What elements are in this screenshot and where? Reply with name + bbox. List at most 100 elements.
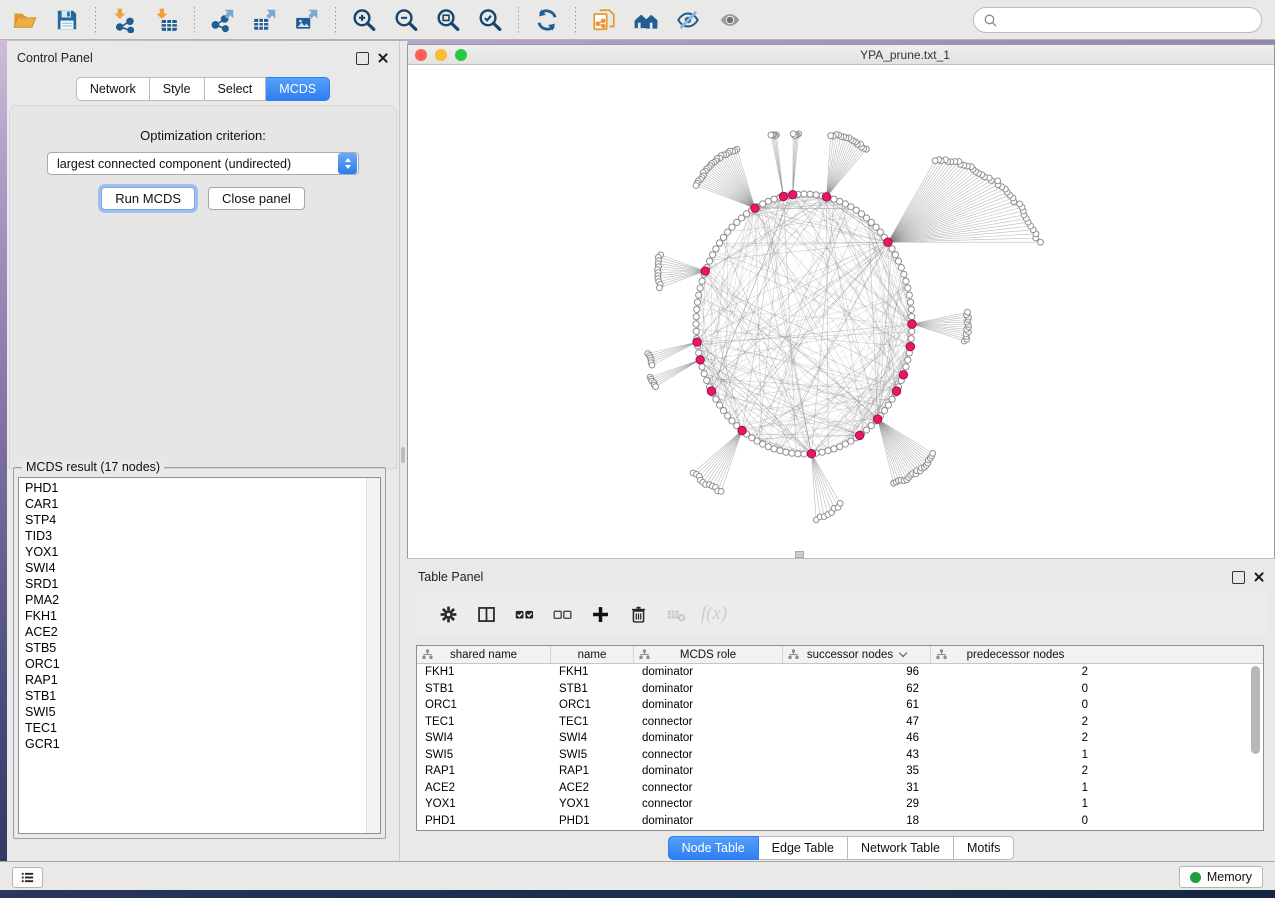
table-row[interactable]: SWI4SWI4dominator462 <box>417 730 1263 747</box>
columns-button[interactable] <box>467 597 505 631</box>
result-node-item[interactable]: SRD1 <box>25 576 366 592</box>
table-cell[interactable]: 62 <box>783 681 931 698</box>
table-cell[interactable]: ORC1 <box>551 697 634 714</box>
table-cell[interactable]: dominator <box>634 763 783 780</box>
result-node-item[interactable]: PHD1 <box>25 480 366 496</box>
tab-select[interactable]: Select <box>205 77 267 101</box>
table-cell[interactable]: connector <box>634 747 783 764</box>
column-header-name[interactable]: name <box>551 646 634 663</box>
table-cell[interactable]: RAP1 <box>551 763 634 780</box>
network-window-titlebar[interactable]: YPA_prune.txt_1 <box>408 45 1274 65</box>
table-cell[interactable]: 35 <box>783 763 931 780</box>
table-cell[interactable]: 0 <box>931 697 1100 714</box>
first-neighbors-button[interactable] <box>628 4 664 36</box>
run-mcds-button[interactable]: Run MCDS <box>101 187 195 210</box>
zoom-in-button[interactable] <box>346 4 382 36</box>
table-row[interactable]: RAP1RAP1dominator352 <box>417 763 1263 780</box>
table-cell[interactable]: FKH1 <box>417 664 551 681</box>
show-all-button[interactable] <box>712 4 748 36</box>
table-cell[interactable]: connector <box>634 780 783 797</box>
gear-button[interactable] <box>429 597 467 631</box>
table-cell[interactable]: dominator <box>634 681 783 698</box>
result-node-item[interactable]: RAP1 <box>25 672 366 688</box>
float-panel-icon[interactable] <box>356 52 369 65</box>
tab-style[interactable]: Style <box>150 77 205 101</box>
result-node-item[interactable]: ORC1 <box>25 656 366 672</box>
table-cell[interactable]: RAP1 <box>417 763 551 780</box>
tab-node-table[interactable]: Node Table <box>668 836 759 860</box>
hide-selected-button[interactable] <box>670 4 706 36</box>
table-cell[interactable]: 47 <box>783 714 931 731</box>
table-cell[interactable]: 18 <box>783 813 931 830</box>
tab-edge-table[interactable]: Edge Table <box>759 836 848 860</box>
export-table-button[interactable] <box>247 4 283 36</box>
add-button[interactable] <box>581 597 619 631</box>
table-cell[interactable]: 2 <box>931 730 1100 747</box>
result-node-item[interactable]: SWI4 <box>25 560 366 576</box>
tab-network[interactable]: Network <box>76 77 150 101</box>
table-cell[interactable]: PHD1 <box>417 813 551 830</box>
table-cell[interactable]: dominator <box>634 730 783 747</box>
table-cell[interactable]: connector <box>634 796 783 813</box>
duplicate-network-button[interactable] <box>586 4 622 36</box>
table-cell[interactable]: ORC1 <box>417 697 551 714</box>
column-header-predecessor-nodes[interactable]: predecessor nodes <box>931 646 1100 663</box>
column-header-successor-nodes[interactable]: successor nodes <box>783 646 931 663</box>
table-row[interactable]: ACE2ACE2connector311 <box>417 780 1263 797</box>
result-node-item[interactable]: GCR1 <box>25 736 366 752</box>
splitter-grip[interactable] <box>401 447 405 463</box>
table-cell[interactable]: 0 <box>931 813 1100 830</box>
table-cell[interactable]: 43 <box>783 747 931 764</box>
network-graph[interactable] <box>408 65 1274 558</box>
table-scrollbar[interactable] <box>1249 664 1262 829</box>
function-builder-button[interactable]: f(x) <box>695 597 733 631</box>
table-cell[interactable]: ACE2 <box>551 780 634 797</box>
table-cell[interactable]: 1 <box>931 747 1100 764</box>
table-cell[interactable]: YOX1 <box>417 796 551 813</box>
table-cell[interactable]: 61 <box>783 697 931 714</box>
table-cell[interactable]: SWI4 <box>417 730 551 747</box>
column-header-shared-name[interactable]: shared name <box>417 646 551 663</box>
table-cell[interactable]: dominator <box>634 697 783 714</box>
float-table-panel-icon[interactable] <box>1232 571 1245 584</box>
result-node-item[interactable]: STP4 <box>25 512 366 528</box>
table-cell[interactable]: dominator <box>634 664 783 681</box>
table-cell[interactable]: STB1 <box>551 681 634 698</box>
table-row[interactable]: ORC1ORC1dominator610 <box>417 697 1263 714</box>
save-session-button[interactable] <box>49 4 85 36</box>
result-node-item[interactable]: FKH1 <box>25 608 366 624</box>
table-cell[interactable]: 2 <box>931 763 1100 780</box>
export-image-button[interactable] <box>289 4 325 36</box>
result-node-item[interactable]: STB1 <box>25 688 366 704</box>
result-node-item[interactable]: TEC1 <box>25 720 366 736</box>
table-cell[interactable]: YOX1 <box>551 796 634 813</box>
table-row[interactable]: STB1STB1dominator620 <box>417 681 1263 698</box>
tab-mcds[interactable]: MCDS <box>266 77 330 101</box>
uncheck-pair-button[interactable] <box>543 597 581 631</box>
table-cell[interactable]: 1 <box>931 796 1100 813</box>
open-file-button[interactable] <box>7 4 43 36</box>
export-network-button[interactable] <box>205 4 241 36</box>
table-cell[interactable]: 96 <box>783 664 931 681</box>
tab-motifs[interactable]: Motifs <box>954 836 1014 860</box>
result-node-item[interactable]: YOX1 <box>25 544 366 560</box>
table-cell[interactable]: FKH1 <box>551 664 634 681</box>
result-node-item[interactable]: ACE2 <box>25 624 366 640</box>
result-scrollbar[interactable] <box>366 478 380 833</box>
task-history-button[interactable] <box>12 867 43 888</box>
result-node-item[interactable]: PMA2 <box>25 592 366 608</box>
zoom-out-button[interactable] <box>388 4 424 36</box>
table-cell[interactable]: 29 <box>783 796 931 813</box>
table-row[interactable]: FKH1FKH1dominator962 <box>417 664 1263 681</box>
result-node-item[interactable]: CAR1 <box>25 496 366 512</box>
table-cell[interactable]: PHD1 <box>551 813 634 830</box>
search-input[interactable] <box>999 9 1261 31</box>
table-cell[interactable]: dominator <box>634 813 783 830</box>
criterion-dropdown[interactable]: largest connected component (undirected) <box>47 152 359 175</box>
trash-button[interactable] <box>619 597 657 631</box>
table-cell[interactable]: TEC1 <box>551 714 634 731</box>
table-cell[interactable]: connector <box>634 714 783 731</box>
table-cell[interactable]: 1 <box>931 780 1100 797</box>
table-delete-button[interactable] <box>657 597 695 631</box>
table-cell[interactable]: SWI5 <box>417 747 551 764</box>
